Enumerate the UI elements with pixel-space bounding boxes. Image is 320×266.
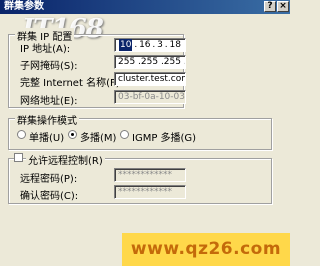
window-title: 群集参数 xyxy=(4,1,44,12)
ip-address-label: IP 地址(A): xyxy=(20,44,71,55)
operation-mode-legend: 群集操作模式 xyxy=(15,112,79,127)
confirm-password-input[interactable]: ************ xyxy=(114,185,186,199)
close-button[interactable]: × xyxy=(277,1,289,12)
help-icon: ? xyxy=(267,1,273,11)
multicast-radio[interactable] xyxy=(68,130,77,139)
unicast-radio[interactable] xyxy=(17,130,26,139)
igmp-multicast-label: IGMP 多播(G) xyxy=(132,133,197,144)
full-internet-name-label: 完整 Internet 名称(F): xyxy=(20,78,123,89)
help-button[interactable]: ? xyxy=(264,1,276,12)
ip-address-input[interactable]: 10. 16. 3. 18 xyxy=(114,38,186,52)
site-watermark: www.qz26.com xyxy=(122,233,290,266)
igmp-multicast-radio[interactable] xyxy=(120,130,129,139)
full-internet-name-input[interactable]: cluster.test.com xyxy=(114,72,186,86)
network-address-label: 网络地址(E): xyxy=(20,96,78,107)
confirm-password-label: 确认密码(C): xyxy=(20,191,79,202)
network-address-field: 03-bf-0a-10-03-12 xyxy=(114,90,186,104)
ip-octet-4[interactable]: 18 xyxy=(170,39,181,51)
remote-password-label: 远程密码(P): xyxy=(20,174,78,185)
unicast-label: 单播(U) xyxy=(29,133,65,144)
subnet-mask-label: 子网掩码(S): xyxy=(20,61,78,72)
ip-octet-2[interactable]: 16 xyxy=(139,39,150,51)
remote-password-input[interactable]: ************ xyxy=(114,168,186,182)
ip-octet-1[interactable]: 10 xyxy=(119,39,133,51)
close-icon: × xyxy=(279,1,287,11)
subnet-mask-input[interactable]: 255 .255 .255 . 0 xyxy=(114,55,186,69)
multicast-label: 多播(M) xyxy=(80,133,117,144)
ip-octet-3[interactable]: 3 xyxy=(157,39,163,51)
title-bar: 群集参数 ? × xyxy=(0,0,290,14)
allow-remote-control-label: 允许远程控制(R) xyxy=(26,152,105,167)
allow-remote-control-checkbox[interactable] xyxy=(14,153,23,162)
